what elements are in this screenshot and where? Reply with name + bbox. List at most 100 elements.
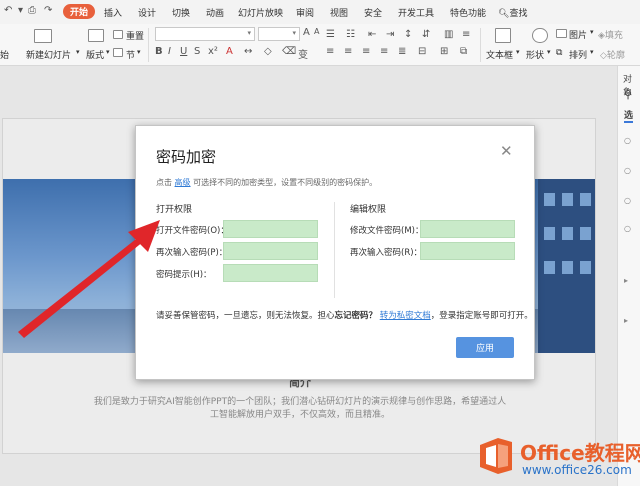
section-icon[interactable]	[113, 48, 123, 57]
phonetic-icon[interactable]: 变	[298, 46, 308, 61]
fill-button[interactable]: ◈填充	[598, 28, 623, 41]
open-password-label: 打开文件密码(O)：	[156, 226, 229, 236]
hint-label: 密码提示(H)：	[156, 270, 212, 280]
textbox-icon[interactable]	[495, 28, 511, 43]
line-spacing-icon[interactable]: ↕	[404, 29, 412, 40]
vertical-align-icon[interactable]: ⊟	[418, 46, 426, 57]
slide-body-text[interactable]: 我们是致力于研究AI智能创作PPT的一个团队；我们潜心钻研幻灯片的演示规律与创作…	[3, 396, 595, 422]
tab-insert[interactable]: 插入	[104, 6, 122, 19]
bullet-list-icon[interactable]: ☰	[326, 29, 335, 40]
pane-option-icon[interactable]: ○	[624, 224, 631, 233]
tab-special[interactable]: 特色功能	[450, 6, 486, 19]
align-right-icon[interactable]: ≡	[362, 46, 370, 57]
layout-dropdown-icon[interactable]: ▾	[106, 48, 110, 56]
modify-confirm-input[interactable]	[420, 242, 515, 260]
layout-button[interactable]: 版式	[86, 48, 104, 61]
note-suffix: ，登录指定账号即可打开。	[430, 311, 533, 321]
textbox-button[interactable]: 文本框	[486, 48, 513, 61]
private-doc-link[interactable]: 转为私密文档	[380, 311, 431, 321]
group-divider	[334, 202, 335, 298]
align-center-icon[interactable]: ≡	[344, 46, 352, 57]
font-size-combo[interactable]: ▾	[258, 27, 300, 41]
arrange-button[interactable]: 排列	[569, 48, 587, 61]
apply-button[interactable]: 应用	[456, 337, 514, 358]
layout-icon[interactable]	[88, 29, 104, 42]
open-password-input[interactable]	[223, 220, 318, 238]
dropdown-icon[interactable]: ▾	[18, 5, 23, 16]
underline-icon[interactable]: U	[180, 46, 187, 57]
bold-icon[interactable]: B	[155, 46, 163, 57]
reset-button[interactable]: 重置	[126, 29, 144, 42]
print-icon[interactable]: ⎙	[28, 5, 36, 16]
clear-format-icon[interactable]: ⌫	[282, 46, 296, 57]
tab-home[interactable]: 开始	[63, 4, 96, 19]
outline-button[interactable]: ◇轮廓	[600, 48, 625, 61]
modify-password-input[interactable]	[420, 220, 515, 238]
watermark-brand: Office教程网	[520, 441, 640, 465]
text-direction-icon[interactable]: ⇵	[422, 29, 430, 40]
ribbon-divider	[148, 28, 149, 62]
arrange-dropdown-icon[interactable]: ▾	[590, 48, 594, 56]
tab-review[interactable]: 审阅	[296, 6, 314, 19]
decrease-font-icon[interactable]: A	[314, 27, 319, 36]
tab-security[interactable]: 安全	[364, 6, 382, 19]
tab-developer[interactable]: 开发工具	[398, 6, 434, 19]
distribute-icon[interactable]: ≣	[398, 46, 406, 57]
new-slide-button[interactable]: 新建幻灯片	[26, 48, 71, 61]
pane-expand-icon[interactable]: ▸	[624, 316, 628, 325]
shape-icon[interactable]	[532, 28, 548, 43]
font-color-icon[interactable]: A	[226, 46, 233, 57]
char-spacing-icon[interactable]: ↔	[244, 46, 252, 57]
shape-button[interactable]: 形状	[526, 48, 544, 61]
arrange-icon[interactable]: ⧉	[556, 48, 562, 58]
pane-option-icon[interactable]: ○	[624, 136, 631, 145]
undo-icon[interactable]: ↶	[4, 5, 12, 16]
tab-design[interactable]: 设计	[138, 6, 156, 19]
italic-icon[interactable]: I	[168, 46, 171, 57]
pane-expand-icon[interactable]: ▸	[624, 276, 628, 285]
align-text-icon[interactable]: ≡	[462, 29, 470, 40]
superscript-icon[interactable]: x²	[208, 46, 218, 57]
text-effect-icon[interactable]: ◇	[264, 46, 272, 57]
indent-decrease-icon[interactable]: ⇤	[368, 29, 376, 40]
columns-icon[interactable]: ▥	[444, 29, 453, 40]
redo-icon[interactable]: ↷	[44, 5, 52, 16]
section-dropdown-icon[interactable]: ▾	[137, 48, 141, 56]
increase-font-icon[interactable]: A	[303, 27, 310, 38]
pin-icon[interactable]: ⚲	[624, 88, 632, 101]
font-family-combo[interactable]: ▾	[155, 27, 255, 41]
desc-prefix: 点击	[156, 178, 172, 187]
number-list-icon[interactable]: ☷	[346, 29, 355, 40]
new-slide-icon[interactable]	[34, 29, 52, 43]
shadow-icon[interactable]: S	[194, 46, 200, 57]
tab-transitions[interactable]: 切换	[172, 6, 190, 19]
edit-permission-title: 编辑权限	[350, 205, 387, 215]
tab-view[interactable]: 视图	[330, 6, 348, 19]
tab-animations[interactable]: 动画	[206, 6, 224, 19]
fill-icon: ◈	[598, 31, 605, 41]
section-button[interactable]: 节	[126, 48, 135, 61]
reset-icon[interactable]	[113, 30, 123, 39]
convert-icon[interactable]: ⧉	[460, 46, 467, 57]
open-confirm-input[interactable]	[223, 242, 318, 260]
picture-dropdown-icon[interactable]: ▾	[590, 28, 594, 36]
advanced-link[interactable]: 高级	[175, 178, 191, 187]
close-icon[interactable]: ✕	[500, 142, 513, 160]
search-box[interactable]: 🔍︎查找	[498, 6, 527, 19]
search-icon: 🔍︎	[498, 9, 510, 19]
justify-icon[interactable]: ≡	[380, 46, 388, 57]
align-left-icon[interactable]: ≡	[326, 46, 334, 57]
picture-button[interactable]: 图片	[569, 28, 587, 41]
new-slide-dropdown-icon[interactable]: ▾	[76, 48, 80, 56]
outline-label: 轮廓	[606, 51, 625, 61]
textbox-dropdown-icon[interactable]: ▾	[516, 48, 520, 56]
tab-slideshow[interactable]: 幻灯片放映	[238, 6, 283, 19]
pane-option-icon[interactable]: ○	[624, 196, 631, 205]
password-hint-input[interactable]	[223, 264, 318, 282]
task-pane-tab[interactable]: 选	[624, 108, 634, 123]
picture-icon[interactable]	[556, 29, 567, 38]
smartart-icon[interactable]: ⊞	[440, 46, 448, 57]
shape-dropdown-icon[interactable]: ▾	[547, 48, 551, 56]
indent-increase-icon[interactable]: ⇥	[386, 29, 394, 40]
pane-option-icon[interactable]: ○	[624, 166, 631, 175]
